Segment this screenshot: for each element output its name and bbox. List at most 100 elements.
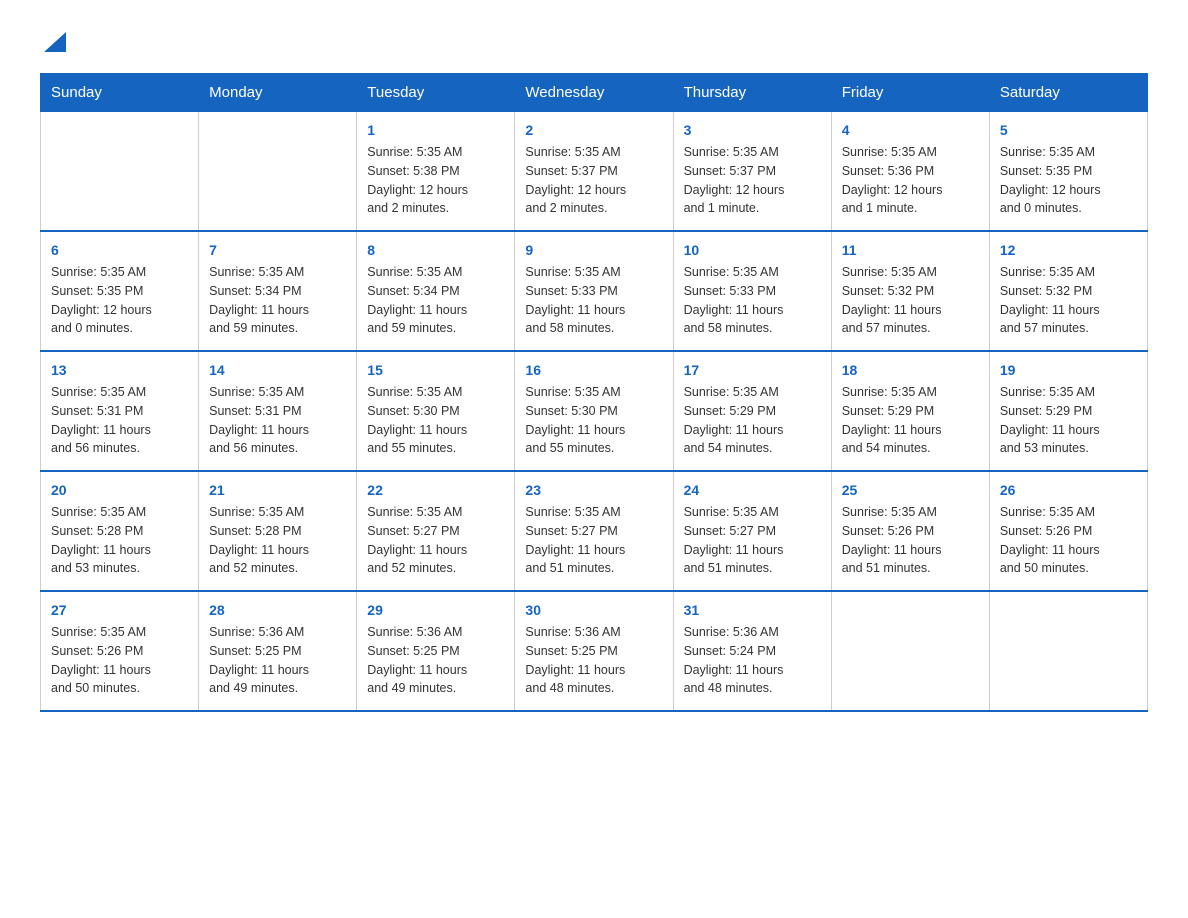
day-number: 28 xyxy=(209,600,346,621)
calendar-cell: 29Sunrise: 5:36 AM Sunset: 5:25 PM Dayli… xyxy=(357,591,515,711)
calendar-cell: 8Sunrise: 5:35 AM Sunset: 5:34 PM Daylig… xyxy=(357,231,515,351)
day-info: Sunrise: 5:35 AM Sunset: 5:27 PM Dayligh… xyxy=(684,503,821,578)
day-number: 21 xyxy=(209,480,346,501)
day-info: Sunrise: 5:35 AM Sunset: 5:34 PM Dayligh… xyxy=(367,263,504,338)
day-number: 22 xyxy=(367,480,504,501)
calendar-cell: 31Sunrise: 5:36 AM Sunset: 5:24 PM Dayli… xyxy=(673,591,831,711)
calendar-cell: 12Sunrise: 5:35 AM Sunset: 5:32 PM Dayli… xyxy=(989,231,1147,351)
calendar-cell: 26Sunrise: 5:35 AM Sunset: 5:26 PM Dayli… xyxy=(989,471,1147,591)
day-info: Sunrise: 5:35 AM Sunset: 5:32 PM Dayligh… xyxy=(1000,263,1137,338)
day-info: Sunrise: 5:35 AM Sunset: 5:30 PM Dayligh… xyxy=(367,383,504,458)
calendar-cell: 5Sunrise: 5:35 AM Sunset: 5:35 PM Daylig… xyxy=(989,112,1147,232)
day-number: 12 xyxy=(1000,240,1137,261)
day-info: Sunrise: 5:35 AM Sunset: 5:37 PM Dayligh… xyxy=(525,143,662,218)
calendar-cell: 3Sunrise: 5:35 AM Sunset: 5:37 PM Daylig… xyxy=(673,112,831,232)
calendar-cell: 7Sunrise: 5:35 AM Sunset: 5:34 PM Daylig… xyxy=(199,231,357,351)
day-number: 25 xyxy=(842,480,979,501)
header-saturday: Saturday xyxy=(989,74,1147,112)
day-info: Sunrise: 5:35 AM Sunset: 5:33 PM Dayligh… xyxy=(684,263,821,338)
day-info: Sunrise: 5:35 AM Sunset: 5:32 PM Dayligh… xyxy=(842,263,979,338)
calendar-cell: 10Sunrise: 5:35 AM Sunset: 5:33 PM Dayli… xyxy=(673,231,831,351)
day-info: Sunrise: 5:35 AM Sunset: 5:28 PM Dayligh… xyxy=(209,503,346,578)
day-info: Sunrise: 5:35 AM Sunset: 5:29 PM Dayligh… xyxy=(842,383,979,458)
calendar-cell xyxy=(41,112,199,232)
calendar-cell: 6Sunrise: 5:35 AM Sunset: 5:35 PM Daylig… xyxy=(41,231,199,351)
header-monday: Monday xyxy=(199,74,357,112)
page-header xyxy=(40,30,1148,57)
day-number: 2 xyxy=(525,120,662,141)
day-info: Sunrise: 5:35 AM Sunset: 5:27 PM Dayligh… xyxy=(367,503,504,578)
day-number: 17 xyxy=(684,360,821,381)
day-info: Sunrise: 5:35 AM Sunset: 5:29 PM Dayligh… xyxy=(1000,383,1137,458)
day-number: 3 xyxy=(684,120,821,141)
calendar-cell xyxy=(831,591,989,711)
day-info: Sunrise: 5:35 AM Sunset: 5:26 PM Dayligh… xyxy=(51,623,188,698)
calendar-cell: 11Sunrise: 5:35 AM Sunset: 5:32 PM Dayli… xyxy=(831,231,989,351)
calendar-cell: 21Sunrise: 5:35 AM Sunset: 5:28 PM Dayli… xyxy=(199,471,357,591)
header-thursday: Thursday xyxy=(673,74,831,112)
week-row-2: 6Sunrise: 5:35 AM Sunset: 5:35 PM Daylig… xyxy=(41,231,1148,351)
day-info: Sunrise: 5:36 AM Sunset: 5:25 PM Dayligh… xyxy=(367,623,504,698)
calendar-cell: 25Sunrise: 5:35 AM Sunset: 5:26 PM Dayli… xyxy=(831,471,989,591)
day-info: Sunrise: 5:35 AM Sunset: 5:30 PM Dayligh… xyxy=(525,383,662,458)
day-number: 19 xyxy=(1000,360,1137,381)
week-row-5: 27Sunrise: 5:35 AM Sunset: 5:26 PM Dayli… xyxy=(41,591,1148,711)
calendar-cell: 19Sunrise: 5:35 AM Sunset: 5:29 PM Dayli… xyxy=(989,351,1147,471)
header-tuesday: Tuesday xyxy=(357,74,515,112)
day-info: Sunrise: 5:35 AM Sunset: 5:31 PM Dayligh… xyxy=(51,383,188,458)
day-info: Sunrise: 5:35 AM Sunset: 5:35 PM Dayligh… xyxy=(51,263,188,338)
logo xyxy=(40,30,66,57)
day-info: Sunrise: 5:35 AM Sunset: 5:36 PM Dayligh… xyxy=(842,143,979,218)
day-info: Sunrise: 5:35 AM Sunset: 5:33 PM Dayligh… xyxy=(525,263,662,338)
calendar-cell xyxy=(199,112,357,232)
logo-triangle-icon xyxy=(44,32,66,52)
day-info: Sunrise: 5:35 AM Sunset: 5:28 PM Dayligh… xyxy=(51,503,188,578)
calendar-cell: 15Sunrise: 5:35 AM Sunset: 5:30 PM Dayli… xyxy=(357,351,515,471)
calendar-table: SundayMondayTuesdayWednesdayThursdayFrid… xyxy=(40,73,1148,712)
day-info: Sunrise: 5:35 AM Sunset: 5:38 PM Dayligh… xyxy=(367,143,504,218)
day-number: 18 xyxy=(842,360,979,381)
day-info: Sunrise: 5:35 AM Sunset: 5:27 PM Dayligh… xyxy=(525,503,662,578)
day-number: 23 xyxy=(525,480,662,501)
day-info: Sunrise: 5:35 AM Sunset: 5:35 PM Dayligh… xyxy=(1000,143,1137,218)
day-number: 13 xyxy=(51,360,188,381)
day-number: 4 xyxy=(842,120,979,141)
day-number: 7 xyxy=(209,240,346,261)
calendar-cell: 2Sunrise: 5:35 AM Sunset: 5:37 PM Daylig… xyxy=(515,112,673,232)
calendar-cell: 9Sunrise: 5:35 AM Sunset: 5:33 PM Daylig… xyxy=(515,231,673,351)
day-number: 14 xyxy=(209,360,346,381)
calendar-cell: 23Sunrise: 5:35 AM Sunset: 5:27 PM Dayli… xyxy=(515,471,673,591)
calendar-cell xyxy=(989,591,1147,711)
day-number: 9 xyxy=(525,240,662,261)
calendar-cell: 24Sunrise: 5:35 AM Sunset: 5:27 PM Dayli… xyxy=(673,471,831,591)
calendar-cell: 13Sunrise: 5:35 AM Sunset: 5:31 PM Dayli… xyxy=(41,351,199,471)
week-row-1: 1Sunrise: 5:35 AM Sunset: 5:38 PM Daylig… xyxy=(41,112,1148,232)
day-number: 11 xyxy=(842,240,979,261)
day-info: Sunrise: 5:35 AM Sunset: 5:34 PM Dayligh… xyxy=(209,263,346,338)
day-info: Sunrise: 5:35 AM Sunset: 5:29 PM Dayligh… xyxy=(684,383,821,458)
day-info: Sunrise: 5:36 AM Sunset: 5:24 PM Dayligh… xyxy=(684,623,821,698)
day-info: Sunrise: 5:35 AM Sunset: 5:37 PM Dayligh… xyxy=(684,143,821,218)
day-number: 20 xyxy=(51,480,188,501)
day-number: 27 xyxy=(51,600,188,621)
day-info: Sunrise: 5:35 AM Sunset: 5:31 PM Dayligh… xyxy=(209,383,346,458)
day-number: 15 xyxy=(367,360,504,381)
day-info: Sunrise: 5:36 AM Sunset: 5:25 PM Dayligh… xyxy=(525,623,662,698)
header-sunday: Sunday xyxy=(41,74,199,112)
calendar-cell: 22Sunrise: 5:35 AM Sunset: 5:27 PM Dayli… xyxy=(357,471,515,591)
day-number: 31 xyxy=(684,600,821,621)
week-row-3: 13Sunrise: 5:35 AM Sunset: 5:31 PM Dayli… xyxy=(41,351,1148,471)
calendar-cell: 16Sunrise: 5:35 AM Sunset: 5:30 PM Dayli… xyxy=(515,351,673,471)
calendar-cell: 30Sunrise: 5:36 AM Sunset: 5:25 PM Dayli… xyxy=(515,591,673,711)
day-info: Sunrise: 5:36 AM Sunset: 5:25 PM Dayligh… xyxy=(209,623,346,698)
calendar-cell: 18Sunrise: 5:35 AM Sunset: 5:29 PM Dayli… xyxy=(831,351,989,471)
day-number: 29 xyxy=(367,600,504,621)
day-number: 5 xyxy=(1000,120,1137,141)
day-info: Sunrise: 5:35 AM Sunset: 5:26 PM Dayligh… xyxy=(1000,503,1137,578)
calendar-cell: 17Sunrise: 5:35 AM Sunset: 5:29 PM Dayli… xyxy=(673,351,831,471)
day-number: 26 xyxy=(1000,480,1137,501)
day-number: 16 xyxy=(525,360,662,381)
day-number: 6 xyxy=(51,240,188,261)
day-number: 1 xyxy=(367,120,504,141)
header-wednesday: Wednesday xyxy=(515,74,673,112)
